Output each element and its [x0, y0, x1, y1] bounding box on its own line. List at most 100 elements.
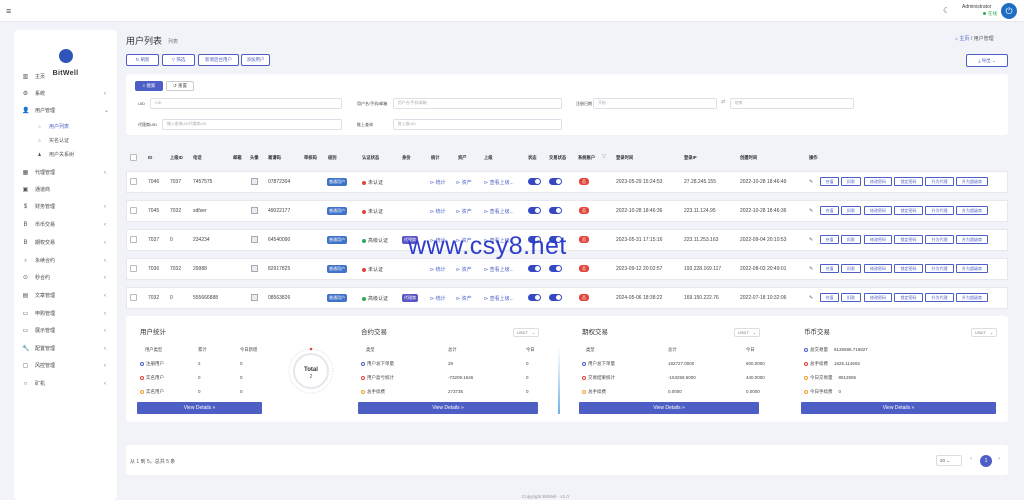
- sidebar-item[interactable]: ▭ 申购管理 ‹: [14, 306, 117, 321]
- sidebar-item[interactable]: ○ 用户列表: [14, 119, 117, 134]
- sidebar-item[interactable]: $ 财务管理 ‹: [14, 199, 117, 214]
- status-toggle[interactable]: [528, 294, 541, 301]
- view-details-button[interactable]: View Details »: [137, 402, 262, 414]
- sidebar-item[interactable]: ▦ 代理管理 ‹: [14, 165, 117, 180]
- action-button[interactable]: 升为超级商: [956, 206, 988, 215]
- action-button[interactable]: 充值: [820, 177, 839, 186]
- breadcrumb-home[interactable]: ⌂ 主页: [955, 36, 969, 42]
- asset-link[interactable]: ⊳ 资产: [456, 295, 472, 302]
- action-button[interactable]: 升为超级商: [956, 264, 988, 273]
- row-checkbox[interactable]: [130, 236, 137, 243]
- per-page-select[interactable]: 20 ⌄: [936, 455, 962, 466]
- action-button[interactable]: 升为代理: [925, 264, 954, 273]
- sidebar-item[interactable]: B 币币交易 ‹: [14, 217, 117, 232]
- status-toggle[interactable]: [528, 265, 541, 272]
- action-button[interactable]: 锁定密码: [894, 206, 923, 215]
- reg-start-input[interactable]: 开始: [593, 98, 717, 109]
- sidebar-item[interactable]: ▥ 主页: [14, 69, 117, 84]
- action-button[interactable]: 修改密码: [864, 264, 892, 273]
- agent-input[interactable]: 输入查询UID代理商UID: [162, 119, 342, 130]
- action-button[interactable]: 修改密码: [864, 206, 892, 215]
- row-checkbox[interactable]: [130, 178, 137, 185]
- action-button[interactable]: 锁定密码: [894, 293, 923, 302]
- trade-status-toggle[interactable]: [549, 207, 562, 214]
- currency-select[interactable]: USDT ⌄: [513, 328, 539, 337]
- edit-icon[interactable]: ✎: [809, 179, 813, 185]
- edit-icon[interactable]: ✎: [809, 208, 813, 214]
- currency-select[interactable]: USDT ⌄: [971, 328, 997, 337]
- action-button[interactable]: 扣款: [841, 206, 861, 215]
- action-button[interactable]: 升为代理: [925, 235, 954, 244]
- action-button[interactable]: 扣款: [841, 264, 861, 273]
- action-button[interactable]: 修改密码: [864, 293, 892, 302]
- user-input[interactable]: 用户名/手机/邮箱: [393, 98, 562, 109]
- add-user-button[interactable]: 添加用户: [241, 54, 270, 66]
- action-button[interactable]: 升为代理: [925, 293, 954, 302]
- stat-link[interactable]: ⊳ 统计: [430, 266, 446, 273]
- parent-link[interactable]: ⊳ 查看上级...: [484, 266, 514, 273]
- view-details-button[interactable]: View Details »: [579, 402, 759, 414]
- action-button[interactable]: 扣款: [841, 177, 861, 186]
- sidebar-item[interactable]: ○ 矿机 ‹: [14, 376, 117, 391]
- action-button[interactable]: 充值: [820, 264, 839, 273]
- filter-icon[interactable]: ▽: [602, 154, 606, 160]
- filter-button[interactable]: ▽ 筛选: [162, 54, 195, 66]
- row-checkbox[interactable]: [130, 207, 137, 214]
- trade-status-toggle[interactable]: [549, 178, 562, 185]
- status-toggle[interactable]: [528, 207, 541, 214]
- parent-link[interactable]: ⊳ 查看上级...: [484, 179, 514, 186]
- avatar[interactable]: ⏻: [1001, 3, 1017, 19]
- edit-icon[interactable]: ✎: [809, 237, 813, 243]
- edit-icon[interactable]: ✎: [809, 266, 813, 272]
- current-page-button[interactable]: 1: [980, 455, 992, 467]
- asset-link[interactable]: ⊳ 资产: [456, 179, 472, 186]
- parent-link[interactable]: ⊳ 查看上级...: [484, 208, 514, 215]
- next-page-button[interactable]: ›: [998, 456, 1000, 462]
- currency-select[interactable]: USDT ⌄: [734, 328, 760, 337]
- view-details-button[interactable]: View Details »: [801, 402, 996, 414]
- select-all-checkbox[interactable]: [130, 154, 137, 161]
- sidebar-item[interactable]: ⚙ 系统 ‹: [14, 86, 117, 101]
- sidebar-item[interactable]: ⊙ 秒合约 ‹: [14, 270, 117, 285]
- refresh-button[interactable]: ↻ 刷新: [126, 54, 159, 66]
- stat-link[interactable]: ⊳ 统计: [430, 179, 446, 186]
- add-admin-button[interactable]: 新增后台用户: [198, 54, 239, 66]
- sidebar-item[interactable]: B 期权交易 ‹: [14, 235, 117, 250]
- trade-status-toggle[interactable]: [549, 265, 562, 272]
- sidebar-item[interactable]: ♟ 用户关系树: [14, 147, 117, 162]
- export-button[interactable]: ⤓ 导出 ⌄: [966, 54, 1008, 67]
- sidebar-item[interactable]: ♁ 永续合约 ‹: [14, 253, 117, 268]
- action-button[interactable]: 升为超级商: [956, 293, 988, 302]
- action-button[interactable]: 升为超级商: [956, 235, 988, 244]
- parent-link[interactable]: ⊳ 查看上级...: [484, 295, 514, 302]
- view-details-button[interactable]: View Details »: [358, 402, 538, 414]
- trade-status-toggle[interactable]: [549, 294, 562, 301]
- action-button[interactable]: 充值: [820, 235, 839, 244]
- sidebar-item[interactable]: ▭ 展示管理 ‹: [14, 323, 117, 338]
- action-button[interactable]: 升为超级商: [956, 177, 988, 186]
- sidebar-item[interactable]: ▤ 文章管理 ‹: [14, 288, 117, 303]
- action-button[interactable]: 充值: [820, 293, 839, 302]
- reset-button[interactable]: ↺ 重置: [166, 81, 194, 91]
- action-button[interactable]: 锁定密码: [894, 177, 923, 186]
- sidebar-item[interactable]: 👤 用户管理 ⌄: [14, 103, 117, 118]
- parent-input[interactable]: 推上级UID: [393, 119, 562, 130]
- uid-input[interactable]: UID: [150, 98, 342, 109]
- admin-name[interactable]: Administrator: [962, 4, 991, 10]
- action-button[interactable]: 锁定密码: [894, 235, 923, 244]
- stat-link[interactable]: ⊳ 统计: [430, 208, 446, 215]
- menu-toggle-icon[interactable]: ≡: [6, 6, 11, 16]
- search-button[interactable]: ⌕ 搜索: [135, 81, 163, 91]
- reg-end-input[interactable]: 结束: [730, 98, 854, 109]
- action-button[interactable]: 充值: [820, 206, 839, 215]
- dark-mode-icon[interactable]: ☾: [943, 6, 950, 15]
- status-toggle[interactable]: [528, 178, 541, 185]
- action-button[interactable]: 扣款: [841, 293, 861, 302]
- action-button[interactable]: 升为代理: [925, 206, 954, 215]
- sidebar-item[interactable]: ▢ 风控管理 ‹: [14, 358, 117, 373]
- action-button[interactable]: 修改密码: [864, 235, 892, 244]
- asset-link[interactable]: ⊳ 资产: [456, 208, 472, 215]
- action-button[interactable]: 修改密码: [864, 177, 892, 186]
- sidebar-item[interactable]: 🔧 配置管理 ‹: [14, 341, 117, 356]
- action-button[interactable]: 锁定密码: [894, 264, 923, 273]
